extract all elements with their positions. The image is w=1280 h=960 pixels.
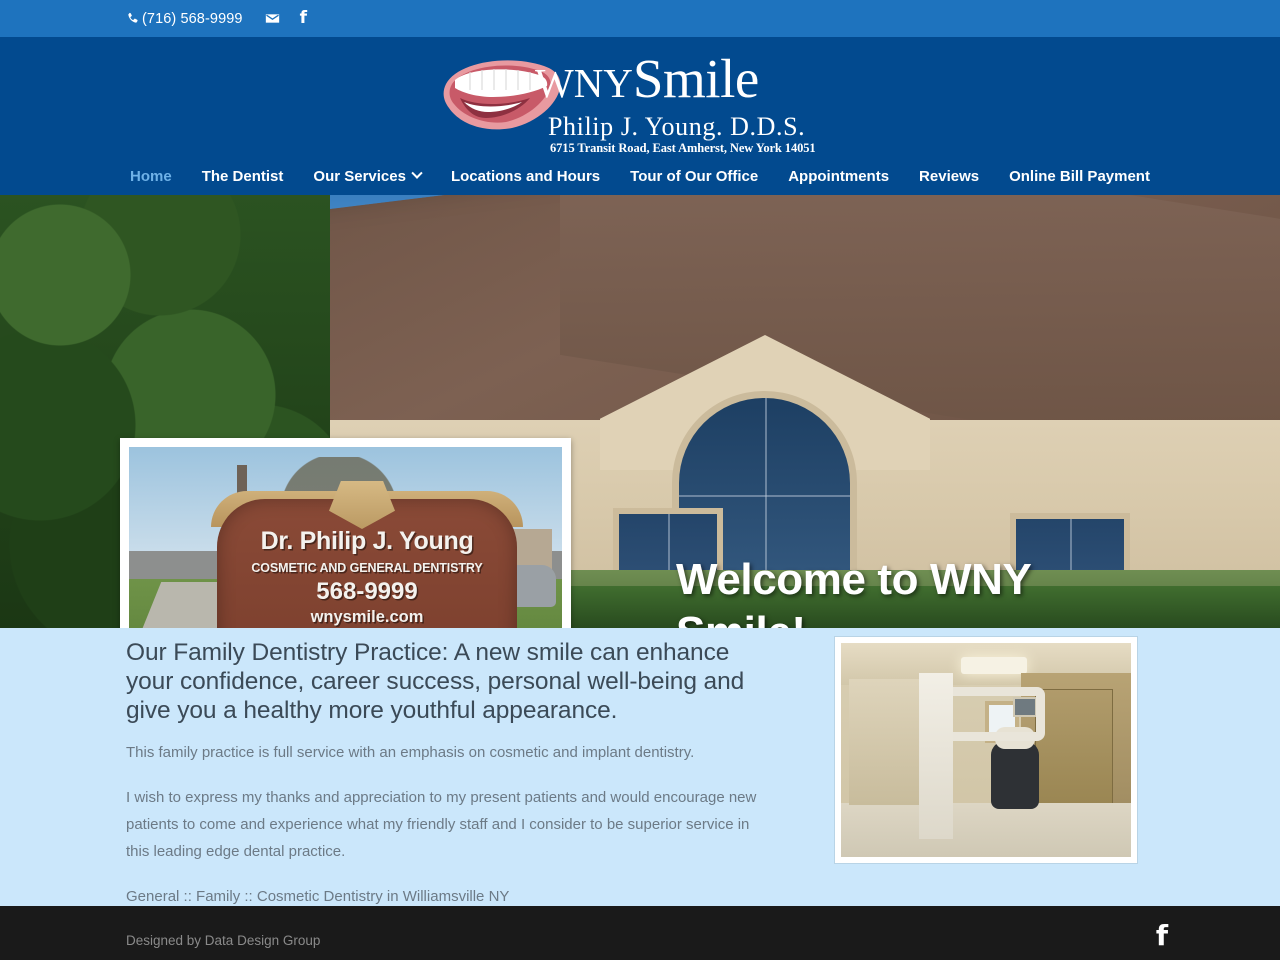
nav-item-tour-of-our-office[interactable]: Tour of Our Office [615, 168, 773, 185]
nav-label: Appointments [788, 167, 890, 185]
main-navigation: Home The Dentist Our Services Locations … [0, 157, 1280, 195]
sign-line-3: 568-9999 [316, 578, 418, 605]
topbar-social-links: f [265, 10, 307, 27]
nav-item-appointments[interactable]: Appointments [773, 168, 904, 185]
sign-line-2: COSMETIC AND GENERAL DENTISTRY [251, 561, 483, 575]
footer-facebook-icon[interactable]: f [1156, 922, 1168, 950]
intro-heading: Our Family Dentistry Practice: A new smi… [126, 639, 745, 724]
top-contact-bar: (716) 568-9999 f [0, 0, 1280, 37]
nav-label: Online Bill Payment [1009, 167, 1150, 185]
footer-credit: Designed by Data Design Group [126, 933, 321, 948]
logo-doctor-name: Philip J. Young. D.D.S. [548, 112, 806, 141]
nav-label: Tour of Our Office [630, 167, 759, 185]
hero-title: Welcome to WNY Smile! [676, 555, 1031, 628]
nav-label: Locations and Hours [450, 167, 601, 185]
practice-sign-photo: Dr. Philip J. Young COSMETIC AND GENERAL… [120, 438, 571, 628]
intro-text-column: Our Family Dentistry Practice: A new smi… [126, 628, 774, 910]
sign-line-1: Dr. Philip J. Young [260, 527, 474, 555]
site-logo[interactable]: WNYSmile Philip J. Young. D.D.S. 6715 Tr… [440, 46, 840, 160]
nav-item-online-bill-payment[interactable]: Online Bill Payment [994, 168, 1165, 185]
dental-chair [991, 727, 1039, 809]
nav-item-home[interactable]: Home [115, 168, 187, 185]
nav-item-reviews[interactable]: Reviews [904, 168, 994, 185]
nav-label: Reviews [919, 167, 980, 185]
intro-paragraph-2: I wish to express my thanks and apprecia… [126, 789, 757, 860]
sign-line-4: wnysmile.com [310, 608, 424, 626]
nav-item-our-services[interactable]: Our Services [298, 168, 436, 185]
site-header: WNYSmile Philip J. Young. D.D.S. 6715 Tr… [0, 37, 1280, 195]
ceiling-light [961, 657, 1027, 674]
site-footer: Designed by Data Design Group f [0, 906, 1280, 960]
nav-label: The Dentist [201, 167, 284, 185]
nav-label: Home [130, 167, 172, 185]
facebook-icon[interactable]: f [300, 10, 307, 27]
office-interior-photo [834, 636, 1138, 864]
xray-machine [919, 673, 953, 839]
nav-item-locations-and-hours[interactable]: Locations and Hours [436, 168, 615, 185]
nav-label: Our Services [313, 167, 406, 185]
email-icon[interactable] [265, 11, 280, 26]
chevron-down-icon [411, 167, 423, 179]
phone-icon [126, 11, 139, 26]
intro-section: Our Family Dentistry Practice: A new smi… [0, 628, 1280, 906]
logo-brand: WNYSmile [535, 48, 759, 114]
phone-link[interactable]: (716) 568-9999 [126, 11, 243, 27]
phone-number: (716) 568-9999 [142, 10, 243, 27]
hero-banner: Dr. Philip J. Young COSMETIC AND GENERAL… [0, 195, 1280, 628]
logo-brand-smile: Smile [632, 48, 759, 109]
logo-brand-wny: WNY [535, 60, 633, 106]
logo-address: 6715 Transit Road, East Amherst, New Yor… [550, 141, 816, 155]
nav-item-the-dentist[interactable]: The Dentist [187, 168, 299, 185]
intro-paragraph-1: This family practice is full service wit… [126, 744, 695, 761]
